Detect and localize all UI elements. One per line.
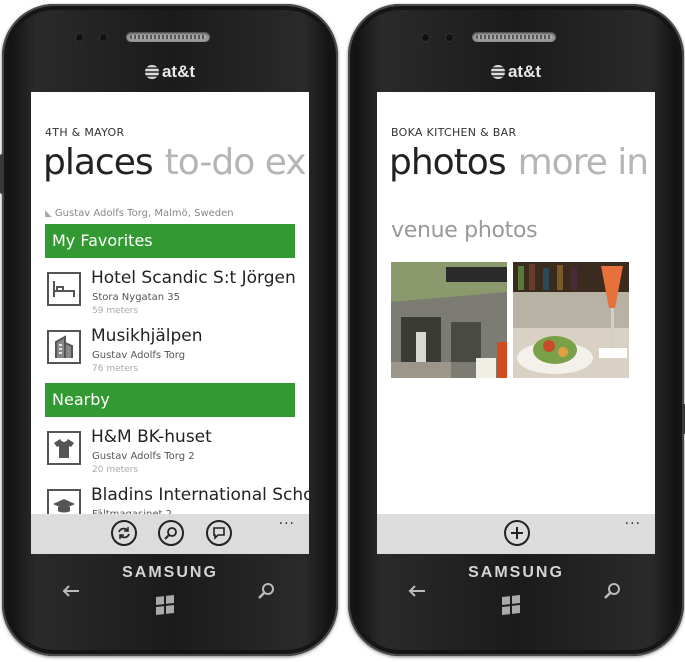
building-icon bbox=[47, 330, 81, 364]
front-camera bbox=[422, 34, 429, 41]
current-location: ◣ Gustav Adolfs Torg, Malmö, Sweden bbox=[45, 208, 234, 219]
front-camera bbox=[76, 34, 83, 41]
right-screen: BOKA KITCHEN & BAR photos more in venue p… bbox=[377, 92, 655, 554]
venue-distance: 59 meters bbox=[92, 306, 139, 316]
app-title: 4TH & MAYOR bbox=[45, 126, 125, 139]
rss-icon: ◣ bbox=[45, 209, 52, 219]
venue-name: H&M BK-huset bbox=[91, 427, 212, 447]
venue-address: Gustav Adolfs Torg bbox=[92, 350, 186, 361]
venue-distance: 20 meters bbox=[92, 465, 139, 475]
att-globe-icon bbox=[144, 65, 159, 79]
application-bar: ... bbox=[377, 512, 655, 554]
left-screen: 4TH & MAYOR places to-do ex ◣ Gustav Adolf… bbox=[31, 92, 309, 554]
venue-distance: 76 meters bbox=[92, 364, 139, 374]
list-item[interactable]: H&M BK-huset Gustav Adolfs Torg 2 20 met… bbox=[45, 427, 309, 483]
search-key-icon[interactable] bbox=[258, 582, 276, 605]
venue-photo-terrace[interactable] bbox=[391, 262, 507, 378]
samsung-brand: SAMSUNG bbox=[468, 564, 564, 581]
earpiece-speaker bbox=[472, 32, 556, 42]
earpiece-speaker bbox=[126, 32, 210, 42]
carrier-label: at&t bbox=[161, 62, 196, 81]
carrier-logo: at&t bbox=[2, 62, 338, 82]
pivot-header: photos more in bbox=[389, 142, 650, 183]
back-key-icon[interactable] bbox=[62, 582, 80, 603]
favorites-header: My Favorites bbox=[45, 224, 295, 258]
pivot-tab-places[interactable]: places bbox=[43, 142, 154, 183]
samsung-brand: SAMSUNG bbox=[122, 564, 218, 581]
refresh-icon[interactable] bbox=[111, 520, 137, 546]
att-globe-icon bbox=[490, 65, 505, 79]
venue-photo-food[interactable] bbox=[513, 262, 629, 378]
list-item[interactable]: Musikhjälpen Gustav Adolfs Torg 76 meter… bbox=[45, 326, 309, 382]
nearby-header: Nearby bbox=[45, 383, 295, 417]
back-key-icon[interactable] bbox=[408, 582, 426, 603]
app-title: BOKA KITCHEN & BAR bbox=[391, 126, 517, 139]
proximity-sensor bbox=[446, 34, 453, 41]
volume-button bbox=[0, 154, 4, 194]
bed-icon bbox=[47, 272, 81, 306]
pivot-tab-next[interactable]: to-do ex bbox=[165, 142, 307, 183]
windows-start-key-icon[interactable] bbox=[502, 588, 520, 615]
more-menu-dots[interactable]: ... bbox=[279, 512, 295, 528]
application-bar: ... bbox=[31, 512, 309, 554]
pivot-header: places to-do ex bbox=[43, 142, 307, 183]
venue-address: Gustav Adolfs Torg 2 bbox=[92, 451, 195, 462]
venue-photos-title: venue photos bbox=[391, 218, 538, 243]
proximity-sensor bbox=[100, 34, 107, 41]
pivot-tab-photos[interactable]: photos bbox=[389, 142, 507, 183]
comment-icon[interactable] bbox=[206, 520, 232, 546]
search-key-icon[interactable] bbox=[604, 582, 622, 605]
venue-name: Musikhjälpen bbox=[91, 326, 203, 346]
venue-name: Bladins International Schoo bbox=[91, 485, 309, 505]
search-icon[interactable] bbox=[158, 520, 184, 546]
pivot-tab-next[interactable]: more in bbox=[518, 142, 650, 183]
location-label: Gustav Adolfs Torg, Malmö, Sweden bbox=[54, 208, 234, 219]
venue-name: Hotel Scandic S:t Jörgen bbox=[91, 268, 296, 288]
left-phone: at&t 4TH & MAYOR places to-do ex ◣ Gustav … bbox=[0, 4, 338, 656]
carrier-label: at&t bbox=[507, 62, 542, 81]
venue-address: Stora Nygatan 35 bbox=[92, 292, 180, 303]
right-phone: at&t BOKA KITCHEN & BAR photos more in ve… bbox=[348, 4, 685, 656]
carrier-logo: at&t bbox=[348, 62, 684, 82]
more-menu-dots[interactable]: ... bbox=[625, 512, 641, 528]
shirt-icon bbox=[47, 431, 81, 465]
list-item[interactable]: Hotel Scandic S:t Jörgen Stora Nygatan 3… bbox=[45, 268, 309, 324]
windows-start-key-icon[interactable] bbox=[156, 588, 174, 615]
add-icon[interactable] bbox=[504, 520, 530, 546]
